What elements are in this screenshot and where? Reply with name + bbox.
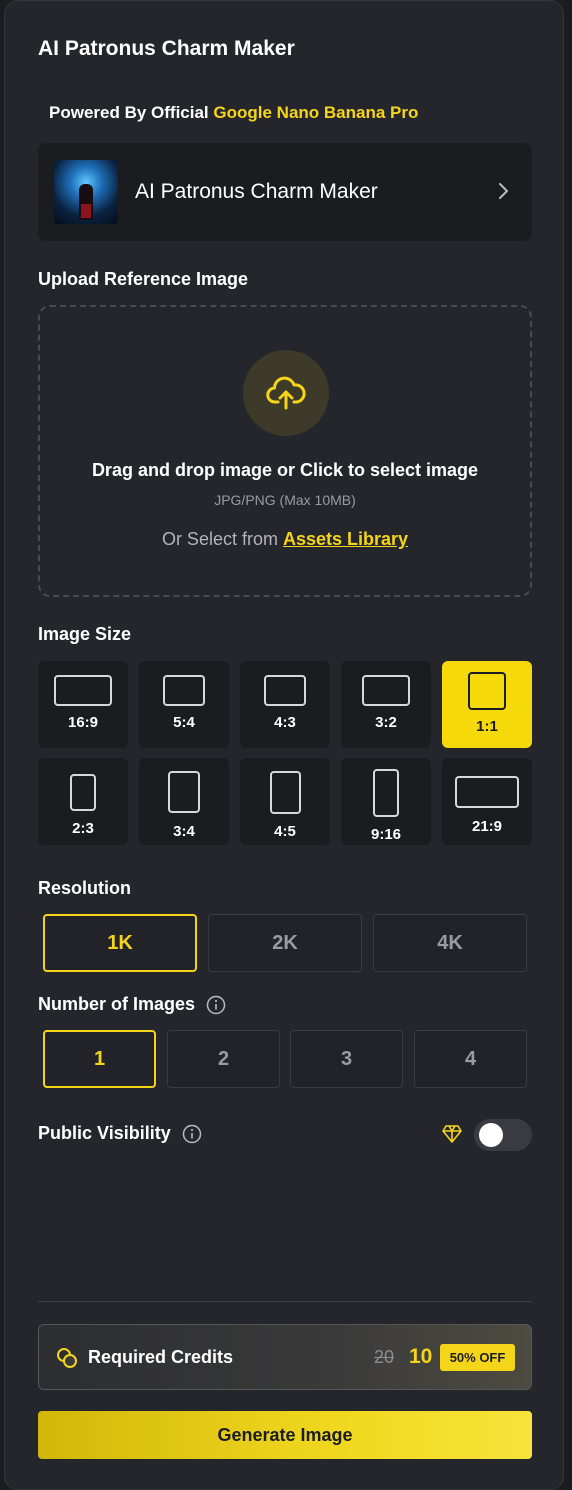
aspect-shape-icon	[373, 769, 399, 817]
size-option-3-2[interactable]: 3:2	[341, 661, 431, 748]
resolution-option-2k[interactable]: 2K	[208, 914, 362, 972]
size-option-label: 16:9	[67, 714, 99, 731]
size-option-4-5[interactable]: 4:5	[240, 758, 330, 845]
size-option-label: 4:5	[274, 823, 296, 840]
credits-original-price: 20	[374, 1347, 395, 1367]
upload-label: Upload Reference Image	[38, 269, 249, 289]
tool-selector[interactable]: AI Patronus Charm Maker	[38, 143, 532, 241]
image-size-label: Image Size	[38, 624, 132, 644]
credits-label: Required Credits	[88, 1347, 234, 1367]
aspect-shape-icon	[163, 675, 205, 706]
number-of-images-row: Number of Images	[38, 994, 226, 1015]
size-option-5-4[interactable]: 5:4	[139, 661, 229, 748]
upload-icon-circle	[243, 350, 329, 436]
size-option-9-16[interactable]: 9:16	[341, 758, 431, 845]
aspect-shape-icon	[270, 771, 301, 814]
size-option-3-4[interactable]: 3:4	[139, 758, 229, 845]
coins-icon	[57, 1348, 77, 1368]
aspect-shape-icon	[168, 771, 200, 813]
cloud-upload-icon	[266, 376, 306, 410]
aspect-shape-icon	[264, 675, 306, 706]
size-option-label: 3:4	[173, 823, 195, 840]
resolution-option-1k[interactable]: 1K	[43, 914, 197, 972]
assets-library-link[interactable]: Assets Library	[283, 529, 408, 549]
size-option-label: 4:3	[274, 714, 296, 731]
aspect-shape-icon	[70, 774, 96, 811]
tool-thumbnail	[54, 160, 118, 224]
size-option-label: 2:3	[72, 820, 94, 837]
powered-by-model: Google Nano Banana Pro	[213, 103, 419, 122]
resolution-option-4k[interactable]: 4K	[373, 914, 527, 972]
images-option-2[interactable]: 2	[167, 1030, 280, 1088]
public-visibility-row: Public Visibility	[38, 1123, 202, 1144]
size-option-21-9[interactable]: 21:9	[442, 758, 532, 845]
number-of-images-label: Number of Images	[38, 994, 196, 1014]
divider	[38, 1301, 532, 1302]
or-select-text: Or Select from	[161, 529, 278, 549]
aspect-shape-icon	[455, 776, 519, 808]
tool-name: AI Patronus Charm Maker	[135, 180, 378, 203]
diamond-icon	[442, 1125, 462, 1143]
aspect-shape-icon	[468, 672, 506, 710]
aspect-shape-icon	[362, 675, 410, 706]
size-option-16-9[interactable]: 16:9	[38, 661, 128, 748]
credits-card: Required Credits 20 10 50% OFF	[38, 1324, 532, 1390]
size-option-4-3[interactable]: 4:3	[240, 661, 330, 748]
generator-panel: AI Patronus Charm Maker Powered By Offic…	[4, 0, 564, 1490]
images-option-3[interactable]: 3	[290, 1030, 403, 1088]
public-visibility-toggle[interactable]	[474, 1119, 532, 1151]
size-option-2-3[interactable]: 2:3	[38, 758, 128, 845]
chevron-right-icon	[499, 183, 508, 199]
toggle-knob	[479, 1123, 503, 1147]
public-visibility-label: Public Visibility	[38, 1123, 171, 1143]
powered-by-prefix: Powered By Official	[49, 103, 209, 122]
upload-format-hint: JPG/PNG (Max 10MB)	[214, 492, 356, 508]
powered-by: Powered By Official Google Nano Banana P…	[49, 103, 418, 123]
size-option-label: 3:2	[375, 714, 397, 731]
upload-dropzone[interactable]: Drag and drop image or Click to select i…	[38, 305, 532, 597]
assets-library-row: Or Select from Assets Library	[40, 529, 530, 550]
credits-price: 10	[409, 1345, 433, 1368]
discount-badge: 50% OFF	[440, 1344, 515, 1371]
info-icon[interactable]	[206, 995, 226, 1015]
images-option-1[interactable]: 1	[43, 1030, 156, 1088]
aspect-shape-icon	[54, 675, 112, 706]
images-option-4[interactable]: 4	[414, 1030, 527, 1088]
info-icon[interactable]	[182, 1124, 202, 1144]
page-title: AI Patronus Charm Maker	[38, 37, 295, 60]
generate-image-button[interactable]: Generate Image	[38, 1411, 532, 1459]
size-option-label: 21:9	[471, 818, 503, 835]
size-option-label: 5:4	[173, 714, 195, 731]
size-option-label: 9:16	[370, 826, 402, 843]
size-option-1-1[interactable]: 1:1	[442, 661, 532, 748]
resolution-label: Resolution	[38, 878, 131, 898]
upload-main-text: Drag and drop image or Click to select i…	[91, 460, 479, 480]
size-option-label: 1:1	[476, 718, 498, 735]
